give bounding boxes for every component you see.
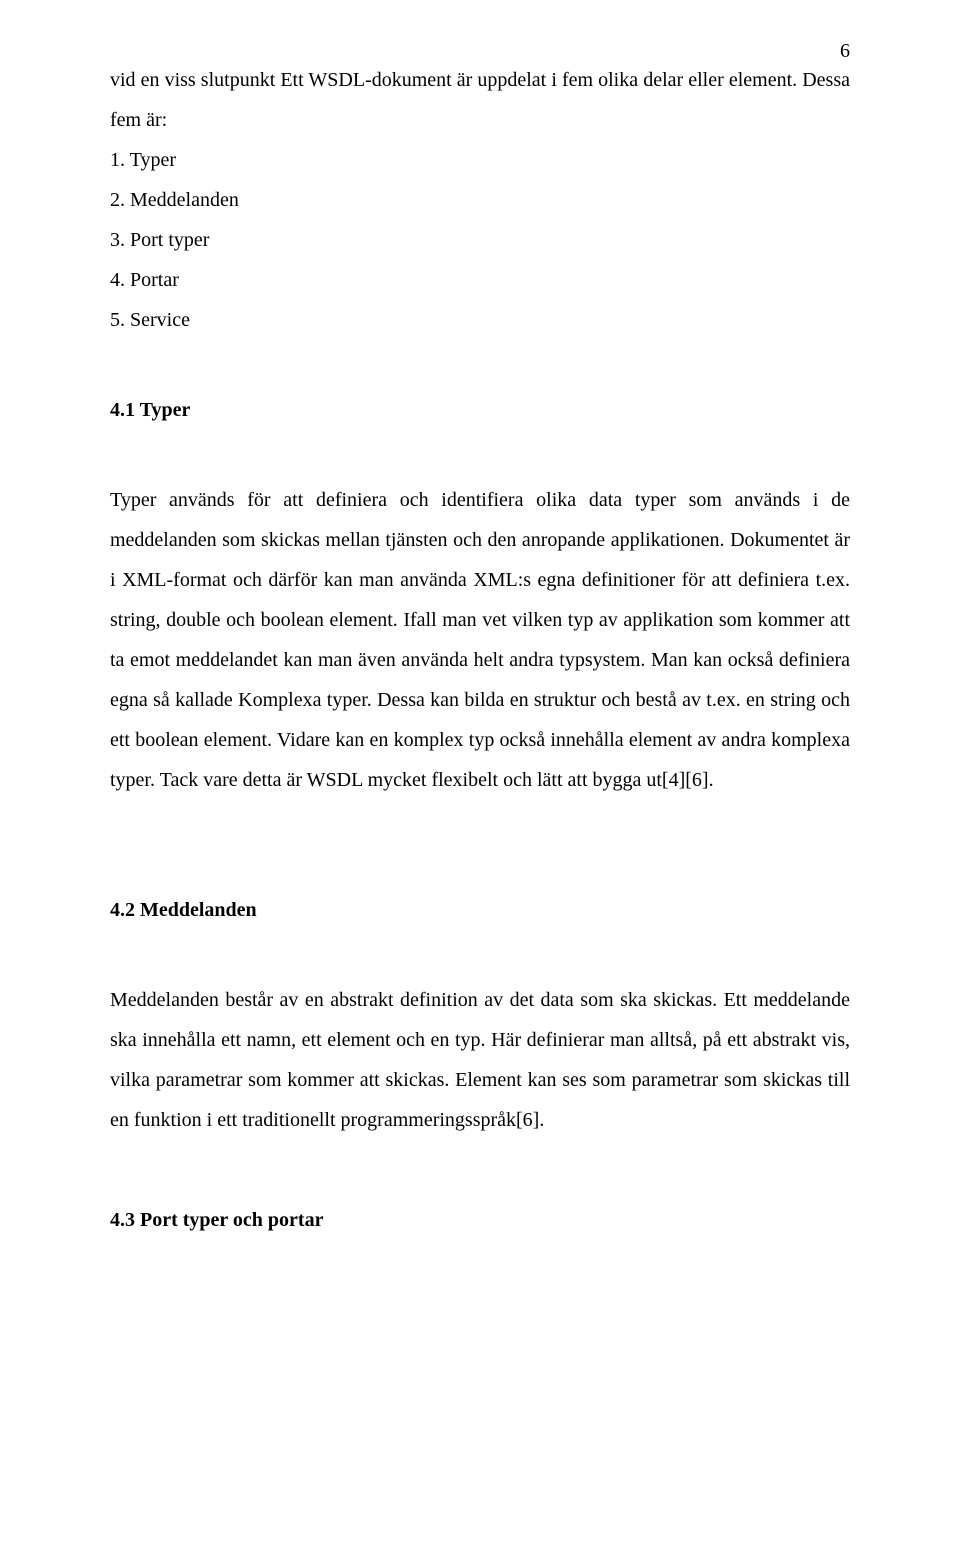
- list-item: 3. Port typer: [110, 220, 850, 260]
- list-item: 4. Portar: [110, 260, 850, 300]
- list-item: 2. Meddelanden: [110, 180, 850, 220]
- section-4-1-body: Typer används för att definiera och iden…: [110, 480, 850, 800]
- section-4-2-body: Meddelanden består av en abstrakt defini…: [110, 980, 850, 1140]
- list-item: 1. Typer: [110, 140, 850, 180]
- page-number: 6: [840, 40, 850, 63]
- section-heading-4-1: 4.1 Typer: [110, 390, 850, 430]
- lead-in-paragraph: vid en viss slutpunkt Ett WSDL-dokument …: [110, 60, 850, 140]
- list-item: 5. Service: [110, 300, 850, 340]
- document-page: 6 vid en viss slutpunkt Ett WSDL-dokumen…: [0, 0, 960, 1554]
- numbered-list: 1. Typer 2. Meddelanden 3. Port typer 4.…: [110, 140, 850, 340]
- section-heading-4-2: 4.2 Meddelanden: [110, 890, 850, 930]
- section-heading-4-3: 4.3 Port typer och portar: [110, 1200, 850, 1240]
